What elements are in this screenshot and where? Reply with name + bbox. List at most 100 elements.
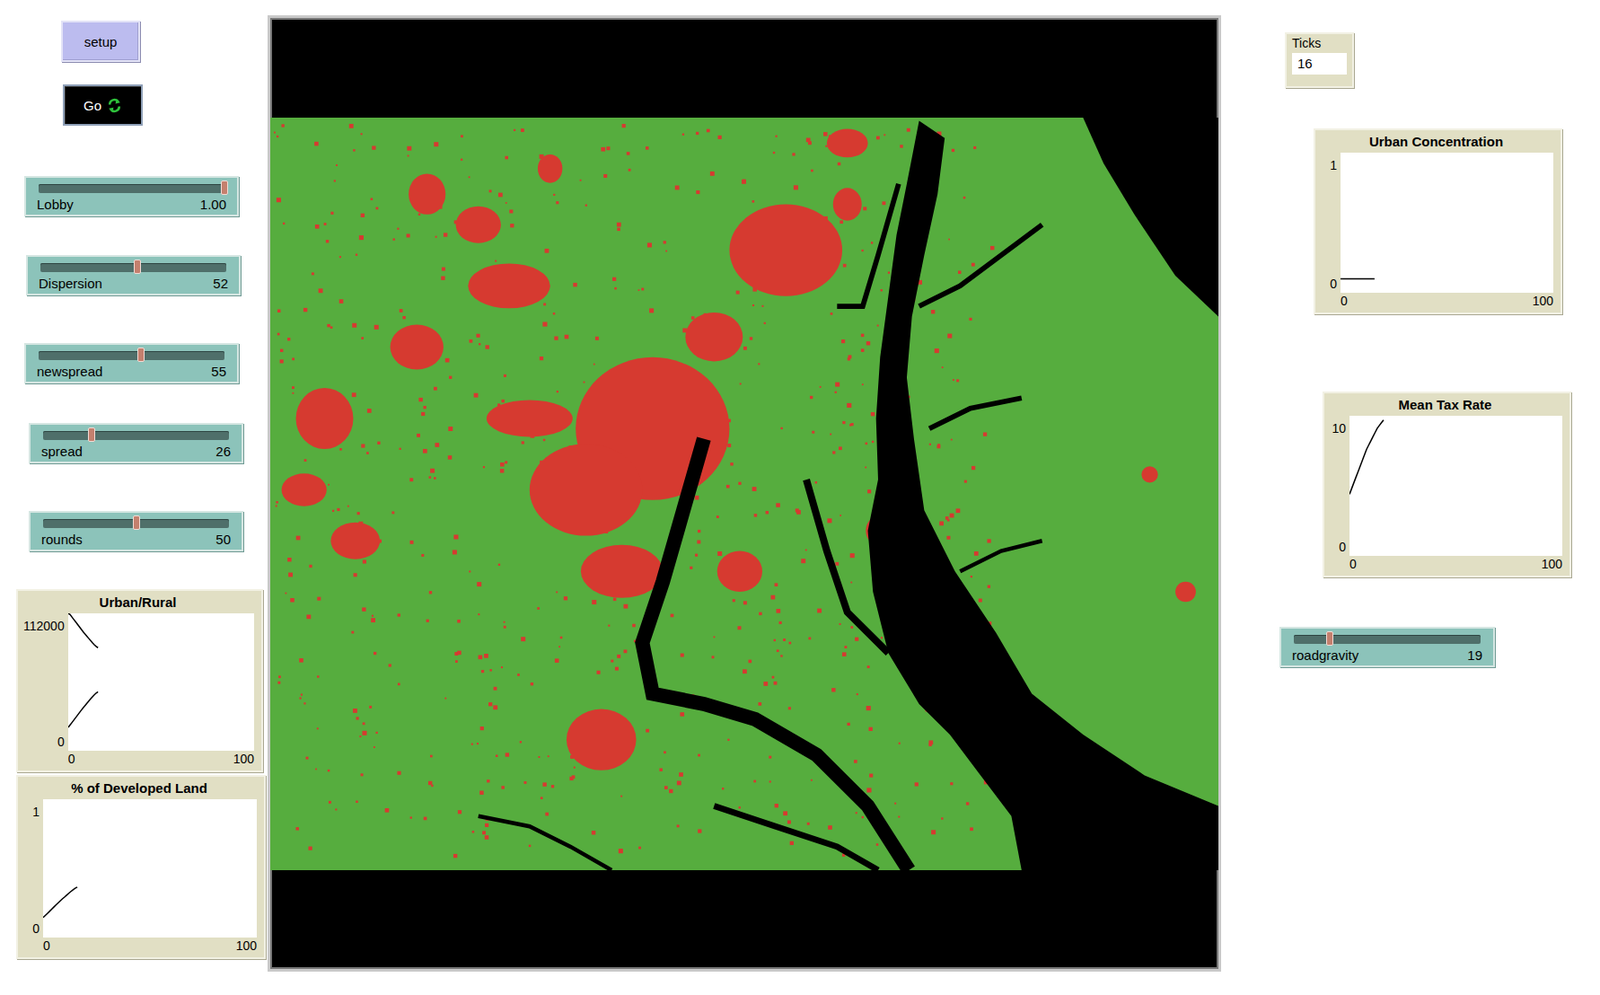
urban-patch — [716, 515, 720, 519]
forever-button[interactable]: Go — [62, 84, 143, 126]
urban-patch — [839, 623, 842, 625]
urban-patch — [850, 625, 853, 629]
urban-patch — [374, 325, 379, 330]
urban-patch — [448, 376, 452, 379]
slider-track[interactable] — [43, 518, 229, 528]
urban-patch — [471, 743, 474, 746]
urban-patch — [800, 558, 806, 563]
slider-handle[interactable] — [137, 347, 145, 362]
slider-track[interactable] — [43, 430, 229, 440]
urban-patch — [603, 174, 607, 178]
slider-track[interactable] — [38, 184, 225, 194]
urban-patch — [501, 666, 503, 669]
slider-track[interactable] — [1293, 634, 1481, 644]
urban-patch — [352, 708, 358, 713]
urban-patch — [480, 726, 484, 730]
slider-value: 1.00 — [200, 196, 227, 213]
urban-patch — [616, 222, 622, 228]
urban-patch — [969, 826, 974, 831]
urban-area — [330, 522, 380, 560]
slider[interactable]: Lobby1.00 — [24, 175, 239, 217]
urban-patch — [457, 619, 461, 624]
plot-body: 100100 — [1318, 152, 1554, 309]
urban-patch — [749, 336, 753, 340]
urban-patch — [697, 828, 702, 833]
urban-patch — [829, 433, 832, 436]
urban-patch — [964, 480, 968, 484]
urban-patch — [741, 179, 747, 185]
urban-patch — [287, 557, 291, 562]
urban-patch — [330, 325, 334, 329]
urban-patch — [867, 665, 871, 669]
slider-handle[interactable] — [1326, 631, 1334, 646]
urban-patch — [736, 290, 740, 295]
urban-patch — [870, 241, 873, 244]
urban-patch — [304, 458, 308, 462]
urban-patch — [295, 826, 299, 830]
slider-handle[interactable] — [132, 515, 141, 530]
urban-patch — [423, 817, 428, 821]
urban-patch — [986, 538, 991, 543]
urban-patch — [850, 553, 855, 558]
slider-handle[interactable] — [220, 180, 229, 195]
y-max-label: 1 — [1329, 158, 1337, 173]
urban-patch — [528, 844, 531, 847]
slider[interactable]: roadgravity19 — [1279, 626, 1495, 668]
slider[interactable]: spread26 — [28, 422, 244, 464]
urban-patch — [773, 681, 778, 686]
urban-patch — [314, 141, 319, 147]
slider[interactable]: Dispersion52 — [26, 254, 241, 296]
urban-patch — [492, 704, 498, 710]
plot-title: Mean Tax Rate — [1327, 395, 1563, 416]
urban-patch — [362, 559, 367, 563]
urban-patch — [765, 510, 769, 514]
slider-track[interactable] — [40, 263, 227, 273]
slider-label: roadgravity — [1292, 647, 1359, 664]
urban-patch — [355, 800, 359, 804]
urban-patch — [790, 841, 794, 845]
urban-patch — [397, 613, 401, 616]
urban-patch — [680, 653, 685, 658]
urban-patch — [894, 802, 897, 805]
urban-patch — [622, 123, 626, 128]
urban-patch — [275, 501, 279, 504]
urban-patch — [607, 624, 610, 627]
once-button[interactable]: setup — [61, 20, 141, 62]
urban-patch — [290, 597, 295, 602]
urban-patch — [505, 202, 508, 204]
urban-patch — [489, 668, 492, 671]
urban-patch — [934, 348, 940, 353]
urban-patch — [311, 272, 315, 275]
slider-track[interactable] — [38, 351, 225, 361]
urban-patch — [542, 321, 547, 326]
urban-patch — [870, 412, 875, 416]
urban-patch — [430, 784, 433, 787]
button-label: Go — [83, 97, 102, 114]
urban-patch — [624, 649, 628, 653]
slider[interactable]: rounds50 — [28, 510, 244, 552]
urban-patch — [318, 288, 324, 293]
urban-patch — [371, 145, 376, 150]
urban-patch — [315, 224, 320, 229]
slider-handle[interactable] — [87, 427, 96, 442]
urban-patch — [361, 730, 367, 736]
urban-patch — [937, 443, 941, 447]
world-view[interactable] — [267, 15, 1222, 972]
urban-patch — [426, 619, 430, 623]
slider-handle[interactable] — [133, 259, 141, 274]
y-max-label: 10 — [1331, 421, 1346, 436]
slider-label: newspread — [36, 363, 103, 380]
urban-patch — [360, 132, 363, 135]
urban-patch — [349, 123, 354, 129]
urban-patch — [761, 305, 764, 308]
urban-patch — [843, 263, 847, 268]
urban-patch — [606, 146, 610, 150]
urban-patch — [332, 509, 335, 512]
urban-patch — [273, 131, 276, 134]
urban-patch — [476, 581, 482, 587]
plot-body: 100100 — [21, 799, 257, 954]
urban-area — [566, 709, 637, 771]
urban-patch — [597, 670, 601, 675]
urban-patch — [768, 756, 772, 759]
slider[interactable]: newspread55 — [24, 342, 239, 384]
